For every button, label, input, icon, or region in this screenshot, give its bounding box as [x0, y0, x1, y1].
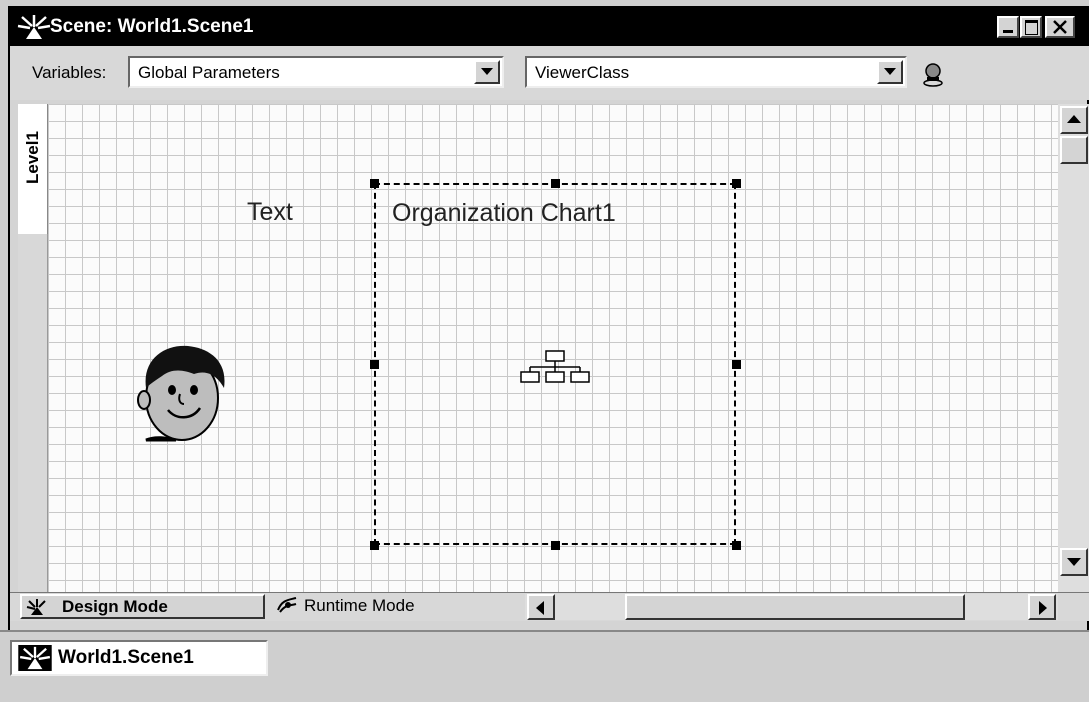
resize-handle[interactable] — [732, 360, 741, 369]
design-mode-label: Design Mode — [62, 597, 168, 616]
arrow-right-icon — [1039, 601, 1047, 615]
variables-dropdown[interactable]: Global Parameters — [128, 56, 504, 88]
title-bar[interactable]: Scene: World1.Scene1 — [10, 8, 1089, 46]
horizontal-scroll-thumb[interactable] — [625, 594, 965, 620]
scroll-left-button[interactable] — [527, 594, 555, 620]
resize-handle[interactable] — [551, 179, 560, 188]
chevron-down-icon — [481, 68, 493, 75]
close-button[interactable] — [1045, 16, 1075, 38]
org-chart-object[interactable]: Organization Chart1 — [374, 183, 736, 545]
resize-handle[interactable] — [370, 179, 379, 188]
variables-label: Variables: — [32, 63, 107, 82]
app-icon — [16, 13, 52, 41]
tab-design-mode[interactable]: Design Mode — [20, 594, 265, 619]
arrow-down-icon — [1067, 558, 1081, 566]
runtime-mode-label: Runtime Mode — [304, 596, 415, 615]
vertical-scrollbar[interactable] — [1058, 104, 1089, 592]
connect-icon[interactable] — [920, 62, 946, 88]
taskbar-scene-label: World1.Scene1 — [58, 647, 194, 668]
horizontal-scrollbar[interactable] — [525, 594, 1058, 620]
tab-level1[interactable]: Level1 — [18, 104, 48, 234]
design-canvas[interactable]: Text Organization Chart1 — [48, 104, 1058, 592]
resize-handle[interactable] — [732, 179, 741, 188]
maximize-icon — [1025, 20, 1038, 35]
window-title: Scene: World1.Scene1 — [50, 16, 254, 37]
tab-level1-label: Level1 — [23, 131, 42, 184]
class-dropdown-button[interactable] — [877, 60, 903, 84]
arrow-up-icon — [1067, 115, 1081, 123]
vertical-scroll-thumb[interactable] — [1060, 136, 1088, 164]
resize-handle[interactable] — [551, 541, 560, 550]
chevron-down-icon — [884, 68, 896, 75]
variables-dropdown-button[interactable] — [474, 60, 500, 84]
class-dropdown-value: ViewerClass — [535, 63, 630, 82]
text-object[interactable]: Text — [247, 198, 293, 227]
close-icon — [1053, 20, 1067, 34]
resize-handle[interactable] — [370, 541, 379, 550]
scroll-down-button[interactable] — [1060, 548, 1088, 576]
arrow-left-icon — [536, 601, 544, 615]
variables-dropdown-value: Global Parameters — [138, 63, 280, 82]
scroll-right-button[interactable] — [1028, 594, 1056, 620]
minimize-icon — [1003, 30, 1013, 33]
tab-runtime-mode[interactable]: Runtime Mode — [272, 594, 517, 619]
minimize-button[interactable] — [997, 16, 1019, 38]
class-dropdown[interactable]: ViewerClass — [525, 56, 907, 88]
org-chart-title: Organization Chart1 — [392, 199, 616, 227]
design-mode-icon — [26, 599, 46, 615]
taskbar-scene-button[interactable]: World1.Scene1 — [10, 640, 268, 676]
org-chart-icon — [520, 350, 590, 383]
avatar-face-icon[interactable] — [136, 340, 230, 444]
resize-handle[interactable] — [732, 541, 741, 550]
scroll-up-button[interactable] — [1060, 106, 1088, 134]
variables-toolbar: Variables: Global Parameters ViewerClass — [10, 46, 1089, 100]
maximize-button[interactable] — [1020, 16, 1042, 38]
resize-handle[interactable] — [370, 360, 379, 369]
runtime-mode-icon — [277, 597, 297, 613]
app-icon — [18, 645, 52, 671]
